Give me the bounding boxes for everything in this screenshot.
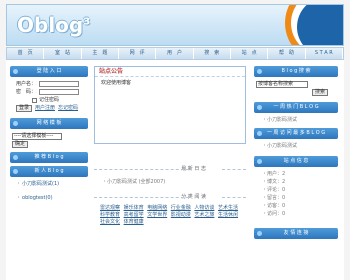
list-item[interactable]: oblogtest(0) [16, 194, 88, 202]
login-title: 登 陆 入 口 [10, 66, 88, 77]
nav-item-star[interactable]: S T A R [306, 48, 343, 59]
recommend-title: 推 荐 B l o g [10, 152, 88, 163]
stats-title: 站 点 信 息 [254, 156, 338, 167]
recent-title: 一 周 访 问 最 多 B L O G [254, 128, 338, 139]
category-link[interactable]: 电脑网络 [147, 205, 169, 212]
new-blog-list: 小刀影码测试(1) oblogtest(0) [16, 180, 88, 202]
login-actions: 登录 用户注册 忘记密码 [16, 104, 88, 112]
list-item: 访问：0 [262, 210, 338, 218]
nav-item-search[interactable]: 搜 索 [194, 48, 231, 59]
header: Oblog3 [6, 4, 344, 46]
template-select[interactable]: ----请选择模板---- [12, 132, 62, 140]
username-row: 用户名： [16, 80, 88, 88]
nav-item-reviews[interactable]: 网 评 [119, 48, 157, 59]
template-confirm-button[interactable]: 确定 [12, 140, 29, 148]
remember-row: 记住密码 [32, 96, 88, 104]
remember-label: 记住密码 [39, 97, 60, 103]
logo[interactable]: Oblog3 [17, 13, 90, 37]
category-link[interactable]: 社会文化 [100, 219, 122, 226]
category-link[interactable]: 文学世界 [147, 212, 169, 219]
username-input[interactable] [39, 81, 80, 87]
friend-links-title: 友 情 连 接 [254, 228, 338, 239]
latest-title: 最 新 日 志 [94, 164, 246, 174]
mode-row: ----请选择模板---- [12, 132, 88, 140]
list-item[interactable]: 小刀影码测试 [262, 142, 338, 150]
nav-item-help[interactable]: 帮 助 [268, 48, 306, 59]
search-button[interactable]: 搜索 [312, 88, 329, 96]
category-link[interactable]: 科学教育 [100, 212, 122, 219]
password-row: 密 码： [16, 88, 88, 96]
notice-text: 欢迎使用博客 [101, 80, 132, 86]
remember-checkbox[interactable] [32, 97, 37, 103]
recent-list: 小刀影码测试 [262, 142, 338, 150]
left-column: 登 陆 入 口 用户名： 密 码： 记住密码 登录 用户注册 忘记密码 网 络 … [10, 66, 88, 202]
notice-panel: 站点公告 欢迎使用博客 [94, 66, 246, 144]
new-title: 新 人 B l o g [10, 166, 88, 177]
category-link[interactable]: 艺术之旅 [194, 212, 216, 219]
register-link[interactable]: 用户注册 [35, 104, 55, 112]
password-label: 密 码： [16, 89, 37, 95]
list-item: 评论：0 [262, 186, 338, 194]
mode-title: 网 络 模 板 [10, 118, 88, 129]
top-nav: 首 页 室 站 主 题 网 评 用 户 搜 索 站 点 帮 助 S T A R [6, 47, 344, 60]
stats-list: 用户：2 博文：2 评论：0 留言：0 访客：0 访问：0 [262, 170, 338, 218]
hot-list: 小刀影码测试 [262, 116, 338, 124]
category-link[interactable]: 生活休闲 [218, 212, 240, 219]
category-link[interactable]: 影视动漫 [171, 212, 193, 219]
list-item: 访客：0 [262, 202, 338, 210]
category-link[interactable]: 娱乐体育 [124, 205, 146, 212]
mode-button-row: 确定 [12, 140, 88, 148]
list-item: 博文：2 [262, 178, 338, 186]
category-title: 分 类 阅 读 [94, 192, 246, 202]
category-grid: 雷达观察 娱乐体育 电脑网络 行业金融 人物访谈 艺术生活 科学教育 高考留学 … [100, 205, 240, 226]
nav-item-blogs[interactable]: 室 站 [44, 48, 82, 59]
nav-item-users[interactable]: 用 户 [156, 48, 194, 59]
category-link[interactable]: 艺术生活 [218, 205, 240, 212]
header-decoration [297, 5, 343, 45]
login-button[interactable]: 登录 [16, 104, 33, 112]
right-column: B l o g 搜 索 按博客名称搜索 搜索 一 周 热 门 B L O G 小… [254, 66, 338, 242]
password-input[interactable] [39, 89, 80, 95]
nav-item-home[interactable]: 首 页 [7, 48, 45, 59]
category-link[interactable]: 体育健康 [124, 219, 146, 226]
username-label: 用户名： [16, 81, 37, 87]
search-button-row: 搜索 [312, 88, 338, 96]
forgot-link[interactable]: 忘记密码 [58, 104, 78, 112]
list-item: 留言：0 [262, 194, 338, 202]
search-select[interactable]: 按博客名称搜索 [256, 80, 308, 88]
hot-title: 一 周 热 门 B L O G [254, 102, 338, 113]
list-item[interactable]: 小刀影码测试(1) [16, 180, 88, 188]
nav-item-topics[interactable]: 主 题 [82, 48, 119, 59]
category-link[interactable]: 行业金融 [171, 205, 193, 212]
list-item[interactable]: 小刀影码测试 [262, 116, 338, 124]
page: Oblog3 首 页 室 站 主 题 网 评 用 户 搜 索 站 点 帮 助 S… [6, 4, 344, 280]
category-link[interactable]: 高考留学 [124, 212, 146, 219]
search-row: 按博客名称搜索 [256, 80, 338, 88]
nav-item-site[interactable]: 站 点 [231, 48, 269, 59]
category-link[interactable]: 人物访谈 [194, 205, 216, 212]
notice-title: 站点公告 [95, 67, 245, 77]
list-item: 用户：2 [262, 170, 338, 178]
category-link[interactable]: 雷达观察 [100, 205, 122, 212]
list-item[interactable]: 小刀影码测试 (全部2007) [102, 178, 254, 186]
latest-list: 小刀影码测试 (全部2007) [102, 178, 254, 186]
search-title: B l o g 搜 索 [254, 66, 338, 77]
